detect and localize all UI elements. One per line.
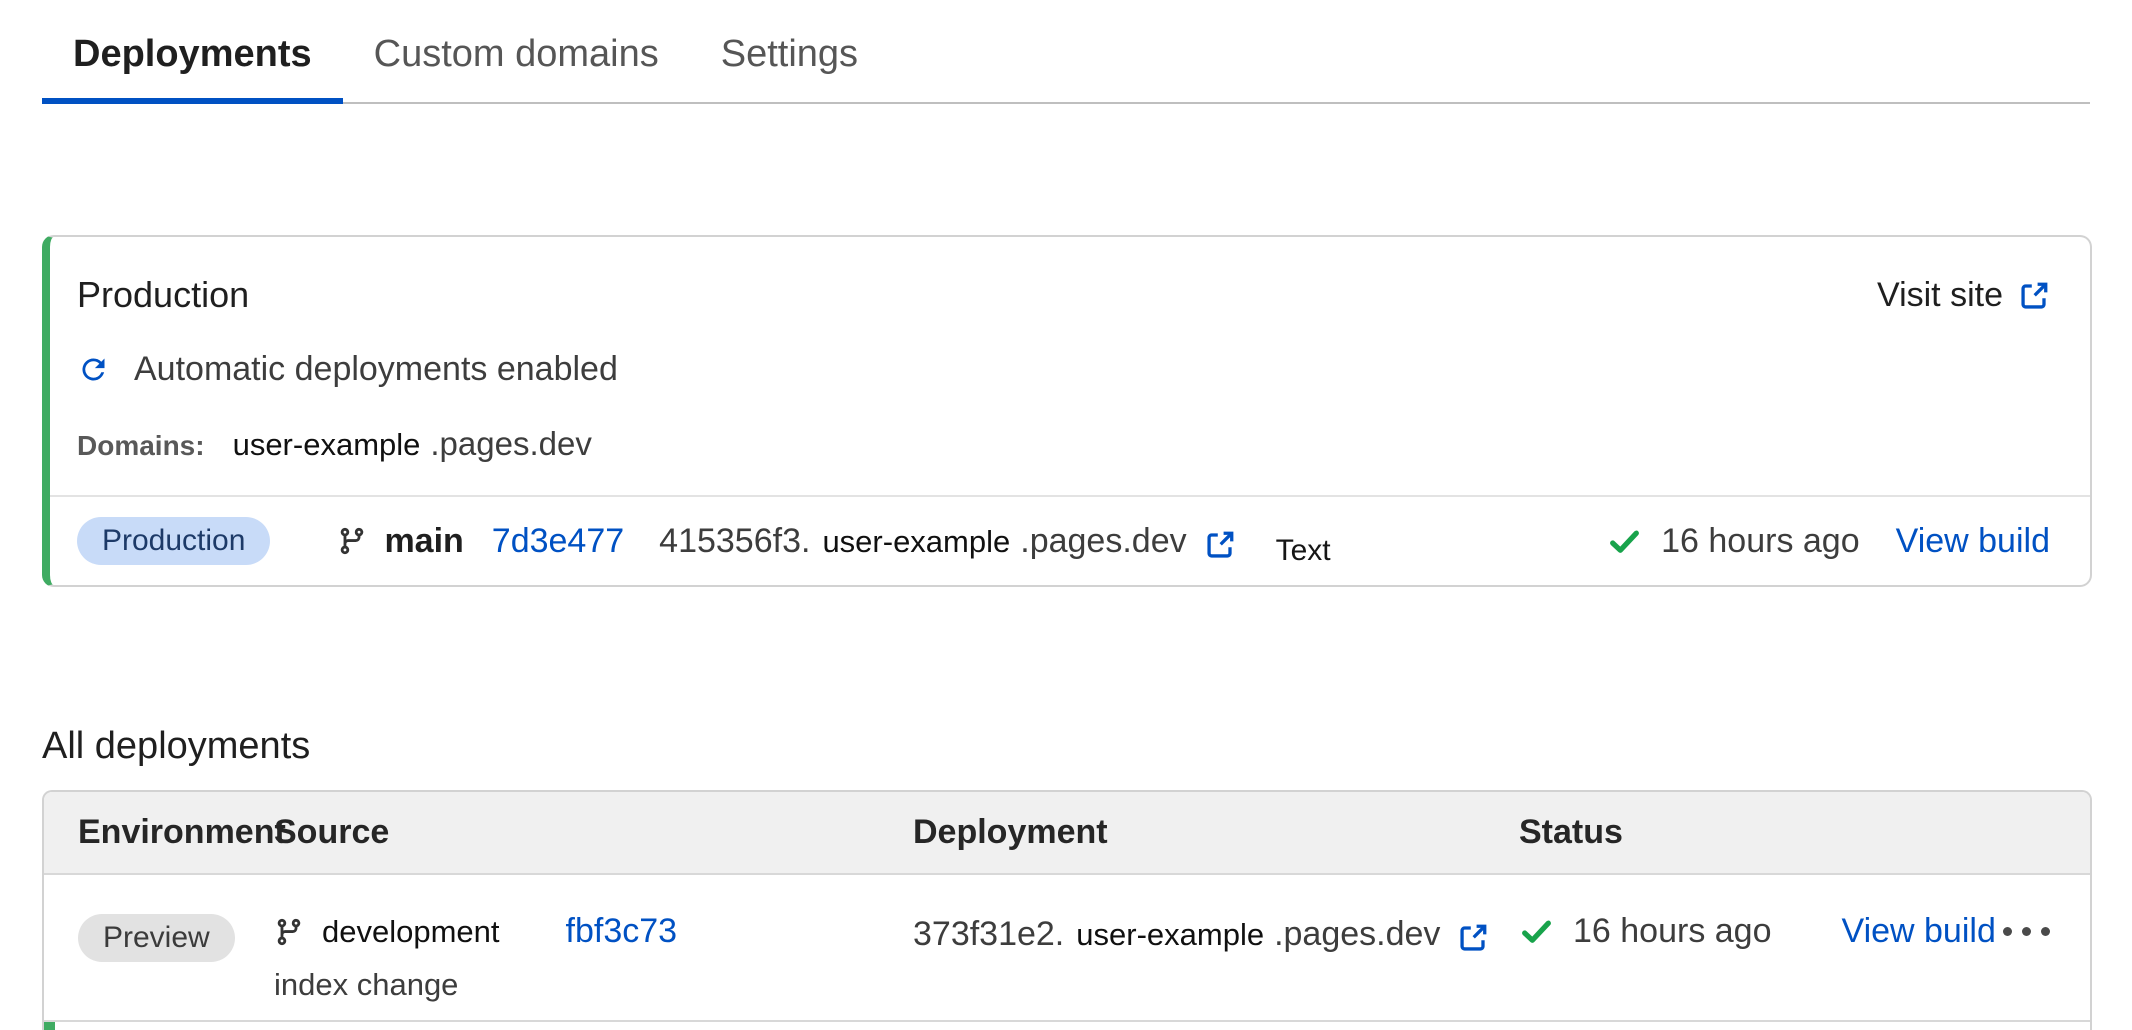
deployments-table-header: Environment Source Deployment Status [44,792,2090,875]
production-card-body: Production Visit site Automatic deployme… [50,237,2090,495]
deployment-url-prefix: 415356f3. [659,522,810,561]
deployment-url-name: user-example [1076,917,1264,953]
git-branch-icon [337,526,367,556]
table-row: Preview development fbf3c73 index change… [44,875,2090,1020]
environment-badge-preview: Preview [78,914,235,962]
commit-message: index change [274,967,913,1003]
success-check-icon [1519,914,1554,949]
deployment-time: 16 hours ago [1573,912,1772,951]
branch-name: development [322,914,500,950]
tab-deployments-label: Deployments [73,33,312,75]
kebab-menu-icon[interactable] [1999,917,2054,946]
column-header-deployment: Deployment [913,813,1519,852]
tab-custom-domains[interactable]: Custom domains [343,0,690,102]
tab-settings[interactable]: Settings [690,0,889,102]
environment-cell: Preview [78,912,274,962]
external-link-icon [2019,280,2050,311]
deployment-url-suffix: .pages.dev [1274,915,1440,954]
success-check-icon [1607,524,1642,559]
column-header-source: Source [274,813,913,852]
domain-suffix: .pages.dev [430,425,591,463]
production-card: Production Visit site Automatic deployme… [42,235,2092,587]
domains-label: Domains: [77,430,205,462]
source-cell: development fbf3c73 index change [274,912,913,1003]
row-divider [44,1020,2090,1030]
tab-deployments[interactable]: Deployments [42,0,343,102]
tab-settings-label: Settings [721,33,858,75]
deployment-url-suffix: .pages.dev [1020,522,1186,561]
view-build-link[interactable]: View build [1842,912,1996,951]
branch-group: main [337,522,463,561]
environment-badge-production: Production [77,517,270,565]
tab-bar: Deployments Custom domains Settings [42,0,2090,104]
external-link-icon [1458,922,1489,953]
visit-site-label: Visit site [1877,271,2003,319]
deployment-status-group: 16 hours ago View build [1607,522,2050,561]
pages-project-page: Deployments Custom domains Settings Prod… [0,0,2132,1012]
production-card-header: Production Visit site [77,271,2050,319]
commit-link[interactable]: 7d3e477 [492,522,624,561]
deployment-time: 16 hours ago [1661,522,1860,561]
column-header-environment: Environment [78,813,274,852]
open-deployment-link[interactable] [1205,529,1236,560]
refresh-icon [77,353,110,386]
column-header-status: Status [1519,813,2090,852]
visit-site-link[interactable]: Visit site [1877,271,2050,319]
external-link-icon [1205,529,1236,560]
production-deployment-row: Production main 7d3e477 415356f3. user-e… [50,495,2090,585]
domain-name: user-example [233,427,421,463]
tab-custom-domains-label: Custom domains [374,33,659,75]
git-branch-icon [274,917,304,947]
commit-link[interactable]: fbf3c73 [566,912,678,951]
status-cell: 16 hours ago View build [1519,912,2090,951]
auto-deployments-status: Automatic deployments enabled [77,349,2050,389]
production-card-title: Production [77,271,249,319]
view-build-link[interactable]: View build [1896,522,2050,561]
deployments-table: Environment Source Deployment Status Pre… [42,790,2092,1030]
deployment-note: Text [1276,534,1331,568]
all-deployments-title: All deployments [42,724,2092,768]
branch-name: main [384,522,463,561]
open-deployment-link[interactable] [1458,922,1489,953]
deployment-url-name: user-example [822,524,1010,560]
auto-deployments-text: Automatic deployments enabled [134,350,618,389]
domains-row: Domains: user-example .pages.dev [77,425,2050,465]
next-row-production-accent [44,1022,55,1030]
deployment-cell: 373f31e2. user-example .pages.dev [913,912,1519,954]
deployment-url-prefix: 373f31e2. [913,915,1064,954]
source-branch-line: development fbf3c73 [274,912,913,951]
deployment-url: 415356f3. user-example .pages.dev [659,522,1235,561]
